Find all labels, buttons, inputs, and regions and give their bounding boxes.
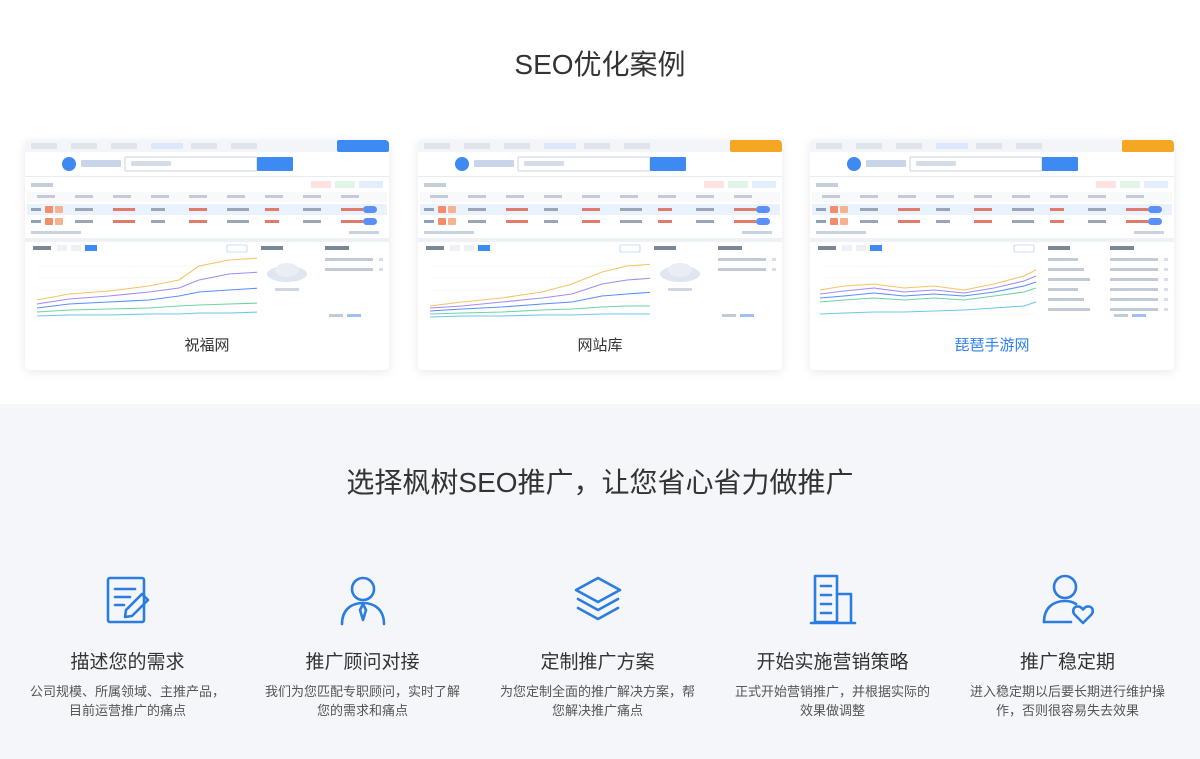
case-card[interactable]: 祝福网 — [25, 140, 389, 370]
step-description-line: 效果做调整 — [799, 703, 865, 718]
case-screenshot-image — [25, 140, 389, 322]
case-screenshot-image — [810, 140, 1174, 322]
step-description-line: 我们为您匹配专职顾问，实时了解 — [264, 684, 460, 699]
step-title: 推广稳定期 — [1019, 652, 1115, 673]
step-description: 正式开始营销推广，并根据实际的 效果做调整 — [715, 682, 950, 720]
cases-section: SEO优化案例 祝福网 网站库 琵琶手游网 — [0, 0, 1200, 404]
step-title: 开始实施营销策略 — [756, 652, 909, 673]
building-icon — [803, 570, 863, 630]
case-card[interactable]: 琵琶手游网 — [810, 140, 1174, 370]
step-description-line: 作，否则很容易失去效果 — [995, 703, 1139, 718]
step-item: 推广顾问对接我们为您匹配专职顾问，实时了解 您的需求和痛点 — [245, 570, 480, 720]
step-description: 公司规模、所属领域、主推产品， 目前运营推广的痛点 — [10, 682, 245, 720]
document-edit-icon — [98, 570, 158, 630]
step-title: 描述您的需求 — [70, 652, 185, 673]
step-description-line: 公司规模、所属领域、主推产品， — [29, 684, 225, 699]
consultant-icon — [333, 570, 393, 630]
user-heart-icon — [1038, 570, 1098, 630]
step-description: 为您定制全面的推广解决方案，帮 您解决推广痛点 — [480, 682, 715, 720]
steps-section: 选择枫树SEO推广，让您省心省力做推广 描述您的需求公司规模、所属领域、主推产品… — [0, 404, 1200, 759]
step-item: 描述您的需求公司规模、所属领域、主推产品， 目前运营推广的痛点 — [10, 570, 245, 720]
step-item: 推广稳定期进入稳定期以后要长期进行维护操 作，否则很容易失去效果 — [950, 570, 1185, 720]
cases-section-title: SEO优化案例 — [514, 49, 686, 80]
step-description-line: 您的需求和痛点 — [316, 703, 408, 718]
step-description: 进入稳定期以后要长期进行维护操 作，否则很容易失去效果 — [950, 682, 1185, 720]
step-description-line: 目前运营推广的痛点 — [68, 703, 186, 718]
case-card-list: 祝福网 网站库 琵琶手游网 — [25, 140, 1175, 372]
steps-section-title: 选择枫树SEO推广，让您省心省力做推广 — [346, 467, 854, 498]
step-description-line: 正式开始营销推广，并根据实际的 — [734, 684, 930, 699]
case-screenshot-image — [418, 140, 782, 322]
step-description-line: 为您定制全面的推广解决方案，帮 — [499, 684, 695, 699]
layers-icon — [568, 570, 628, 630]
step-title: 定制推广方案 — [540, 652, 655, 673]
step-list: 描述您的需求公司规模、所属领域、主推产品， 目前运营推广的痛点 推广顾问对接我们为… — [10, 570, 1185, 750]
step-description-line: 进入稳定期以后要长期进行维护操 — [969, 684, 1165, 699]
step-description-line: 您解决推广痛点 — [551, 703, 643, 718]
step-description: 我们为您匹配专职顾问，实时了解 您的需求和痛点 — [245, 682, 480, 720]
case-card-caption[interactable]: 祝福网 — [25, 334, 389, 358]
step-item: 定制推广方案为您定制全面的推广解决方案，帮 您解决推广痛点 — [480, 570, 715, 720]
case-card-caption[interactable]: 网站库 — [418, 334, 782, 358]
case-card[interactable]: 网站库 — [418, 140, 782, 370]
case-card-caption[interactable]: 琵琶手游网 — [810, 334, 1174, 358]
step-item: 开始实施营销策略正式开始营销推广，并根据实际的 效果做调整 — [715, 570, 950, 720]
step-title: 推广顾问对接 — [305, 652, 420, 673]
